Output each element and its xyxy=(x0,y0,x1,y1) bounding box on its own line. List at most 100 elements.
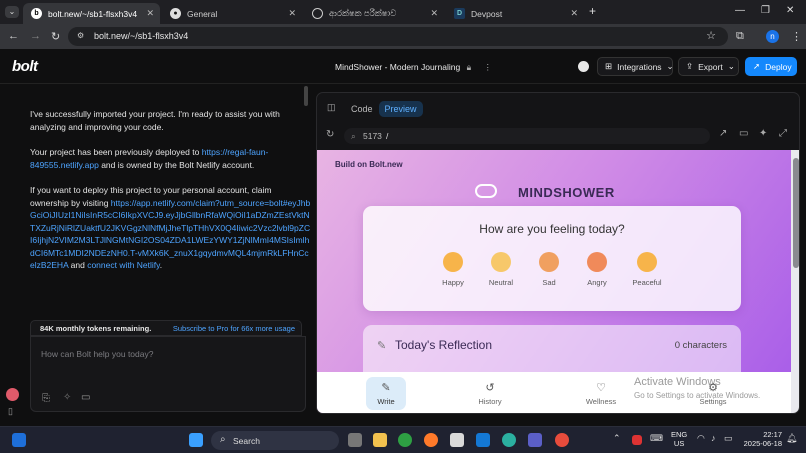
store-icon[interactable] xyxy=(450,433,464,447)
subscribe-link[interactable]: Subscribe to Pro for 66x more usage xyxy=(173,324,295,333)
outlook-icon[interactable] xyxy=(476,433,490,447)
address-bar[interactable]: ⚙ bolt.new/~/sb1-flsxh3v4 ☆ xyxy=(68,27,728,46)
mood-happy[interactable]: Happy xyxy=(433,252,473,287)
export-label: Export xyxy=(698,61,723,72)
restore-icon[interactable]: ❐ xyxy=(761,5,770,16)
tray-app-icon[interactable] xyxy=(632,435,642,445)
browser-tab-general[interactable]: ● General ✕ xyxy=(162,3,302,24)
close-tab-icon[interactable]: ✕ xyxy=(146,8,154,19)
tab-title: bolt.new/~/sb1-flsxh3v4 xyxy=(48,8,138,19)
chat-scrollbar[interactable] xyxy=(304,86,308,106)
panel-toggle-icon[interactable]: ◫ xyxy=(327,102,336,113)
chrome-icon[interactable] xyxy=(555,433,569,447)
keyboard-icon[interactable]: ⌨ xyxy=(650,433,663,444)
assistant-message-2: Your project has been previously deploye… xyxy=(30,146,312,171)
bookmark-star-icon[interactable]: ☆ xyxy=(706,29,716,42)
profile-initial: n xyxy=(770,32,775,41)
mood-sad[interactable]: Sad xyxy=(529,252,569,287)
bolt-logo[interactable]: bolt xyxy=(12,58,38,75)
battery-icon[interactable]: ▭ xyxy=(724,433,733,444)
browser-tab-devpost[interactable]: D Devpost ✕ xyxy=(446,3,584,24)
tab-preview[interactable]: Preview xyxy=(378,100,423,117)
edge-icon[interactable] xyxy=(502,433,516,447)
firefox-icon[interactable] xyxy=(424,433,438,447)
github-icon[interactable] xyxy=(578,61,589,72)
more-options-icon[interactable]: ⋮ xyxy=(483,62,492,72)
widgets-icon[interactable] xyxy=(12,433,26,447)
bolt-header: bolt MindShower - Modern Journaling 🔒︎ ⋮… xyxy=(0,49,806,84)
task-view-icon[interactable] xyxy=(348,433,362,447)
device-preview-icon[interactable]: ▭ xyxy=(739,128,748,139)
open-external-icon[interactable]: ↗ xyxy=(719,128,727,139)
enhance-sparkle-icon[interactable]: ✧ xyxy=(63,392,71,403)
refresh-preview-icon[interactable]: ↻ xyxy=(326,129,334,140)
assistant-message-1: I've successfully imported your project.… xyxy=(30,109,280,132)
chevron-down-icon: ⌄ xyxy=(666,61,674,71)
build-badge[interactable]: Build on Bolt.new xyxy=(335,160,403,169)
xbox-icon[interactable] xyxy=(398,433,412,447)
wifi-icon[interactable]: ◠ xyxy=(697,433,705,444)
browser-tab-security[interactable]: ආරක්ෂක පරීක්ෂාව ✕ xyxy=(304,3,444,24)
user-avatar[interactable] xyxy=(6,388,19,401)
happy-face-icon xyxy=(443,252,463,272)
back-arrow-icon[interactable]: ← xyxy=(8,30,19,42)
teams-icon[interactable] xyxy=(528,433,542,447)
taskbar-search[interactable]: ⌕ Search xyxy=(211,431,339,450)
notification-bell-icon[interactable]: 🔔︎ xyxy=(786,433,797,444)
fullscreen-icon[interactable]: ⤢ xyxy=(779,128,787,139)
globe-favicon-icon xyxy=(312,8,323,19)
message-text: Your project has been previously deploye… xyxy=(30,147,202,157)
volume-icon[interactable]: ♪ xyxy=(711,433,716,443)
tab-code[interactable]: Code xyxy=(345,101,379,117)
mood-peaceful[interactable]: Peaceful xyxy=(627,252,667,287)
project-title[interactable]: MindShower - Modern Journaling 🔒︎ ⋮ xyxy=(335,62,492,73)
nav-wellness[interactable]: ♡ Wellness xyxy=(581,377,621,410)
profile-avatar[interactable]: n xyxy=(766,30,779,43)
tray-chevron-icon[interactable]: ⌃ xyxy=(613,433,621,444)
mood-label: Peaceful xyxy=(632,278,662,287)
mood-neutral[interactable]: Neutral xyxy=(481,252,521,287)
peaceful-face-icon xyxy=(637,252,657,272)
nav-write[interactable]: ✎ Write xyxy=(366,377,406,410)
site-info-icon[interactable]: ⚙ xyxy=(77,31,84,40)
discuss-icon[interactable]: ▭ xyxy=(81,392,90,403)
scrollbar-thumb[interactable] xyxy=(793,158,799,268)
app-preview: Build on Bolt.new MINDSHOWER How are you… xyxy=(317,150,791,413)
preview-path-input[interactable]: ⌕ 5173 / xyxy=(344,128,710,144)
start-windows-icon[interactable] xyxy=(189,433,203,447)
browser-tab-bolt[interactable]: b bolt.new/~/sb1-flsxh3v4 ✕ xyxy=(23,3,160,24)
close-tab-icon[interactable]: ✕ xyxy=(570,8,578,19)
devpost-favicon-icon: D xyxy=(454,8,465,19)
attach-icon[interactable]: ⎘ xyxy=(42,393,50,404)
nav-label: Wellness xyxy=(585,397,617,406)
prompt-input[interactable]: How can Bolt help you today? ⎘ ✧ ▭ xyxy=(30,336,306,412)
integrations-button[interactable]: ⊞ Integrations ⌄ xyxy=(597,57,674,76)
nav-label: History xyxy=(478,397,502,406)
connect-netlify-link[interactable]: connect with Netlify xyxy=(87,260,160,270)
close-window-icon[interactable]: ✕ xyxy=(786,5,794,16)
minimize-icon[interactable]: — xyxy=(735,5,745,16)
deploy-button[interactable]: ➚ Deploy xyxy=(745,57,797,76)
tab-search-button[interactable]: ⌄ xyxy=(5,6,19,18)
close-tab-icon[interactable]: ✕ xyxy=(288,8,296,19)
pencil-icon: ✎ xyxy=(377,340,387,352)
tab-title: Devpost xyxy=(471,8,503,19)
new-tab-icon[interactable]: + xyxy=(589,4,596,18)
export-button[interactable]: ⇪ Export ⌄ xyxy=(678,57,739,76)
clock[interactable]: 22:17 2025-06-18 xyxy=(738,430,782,448)
sidebar-toggle-icon[interactable]: ▯ xyxy=(8,406,13,417)
deploy-label: Deploy xyxy=(765,61,792,72)
mood-angry[interactable]: Angry xyxy=(577,252,617,287)
file-explorer-icon[interactable] xyxy=(373,433,387,447)
browser-menu-icon[interactable]: ⋮ xyxy=(791,30,802,43)
preview-scrollbar[interactable] xyxy=(791,150,799,413)
reload-icon[interactable]: ↻ xyxy=(51,30,60,43)
extensions-icon[interactable]: ⧉ xyxy=(736,30,744,43)
brand-title: MINDSHOWER xyxy=(518,185,615,200)
close-tab-icon[interactable]: ✕ xyxy=(430,8,438,19)
mood-label: Angry xyxy=(587,278,607,287)
forward-arrow-icon[interactable]: → xyxy=(30,30,41,42)
inspect-icon[interactable]: ✦ xyxy=(759,128,767,139)
nav-history[interactable]: ↺ History xyxy=(470,377,510,410)
language-indicator[interactable]: ENG US xyxy=(671,430,687,448)
